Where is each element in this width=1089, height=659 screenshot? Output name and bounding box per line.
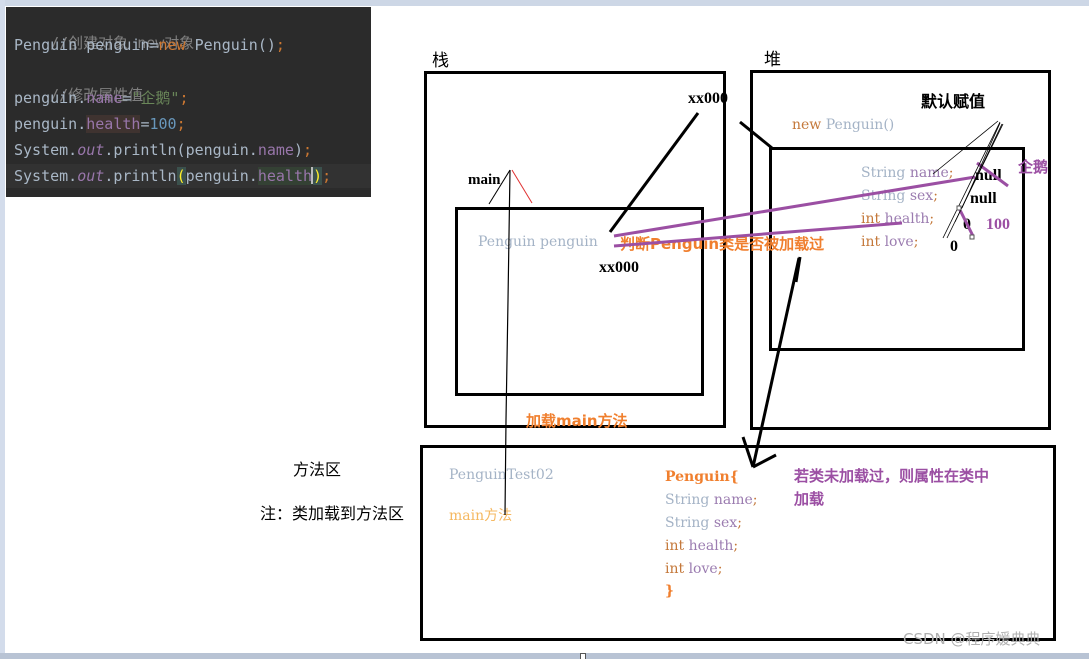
- stack-var-decl: Penguin penguin: [478, 234, 598, 250]
- code-token: ): [293, 141, 303, 159]
- code-paren-match: ): [313, 167, 323, 185]
- code-token: penguin.: [14, 115, 87, 133]
- field-type: int: [665, 538, 685, 554]
- field-type: String: [861, 165, 906, 181]
- code-token: penguin.: [14, 89, 87, 107]
- field-semi: ;: [933, 188, 938, 204]
- code-string: "企鹅": [131, 89, 180, 107]
- field-type: String: [665, 515, 710, 531]
- check-loaded-note: 判断Penguin类是否被加载过: [620, 235, 825, 253]
- heap-field-sex: String sex;: [861, 188, 938, 204]
- class-field-sex: String sex;: [665, 515, 742, 531]
- field-name: name: [905, 165, 949, 181]
- code-field: name: [86, 89, 123, 107]
- code-static-field: out: [77, 167, 105, 185]
- watermark: CSDN @程序媛典典: [903, 630, 1041, 648]
- code-punct: ;: [303, 141, 313, 159]
- assigned-health-value: 100: [986, 216, 1010, 233]
- code-token: System.: [14, 167, 78, 185]
- method-area-title: 方法区: [293, 460, 342, 479]
- heap-field-name: String name;: [861, 165, 953, 181]
- code-static-field: out: [77, 141, 105, 159]
- code-field: health: [257, 167, 313, 185]
- code-line-6: System.out.println(penguin.name);: [14, 138, 312, 162]
- code-punct: ;: [176, 115, 186, 133]
- field-type: int: [665, 561, 685, 577]
- field-name: love: [880, 234, 914, 250]
- heap-field-health: int health;: [861, 211, 934, 227]
- resize-handle[interactable]: [580, 653, 586, 659]
- field-type: String: [861, 188, 906, 204]
- field-semi: ;: [733, 538, 739, 554]
- not-loaded-note-line1: 若类未加载过，则属性在类中: [794, 467, 990, 485]
- class-name-label: PenguinTest02: [449, 467, 554, 483]
- window-frame-left: [0, 0, 5, 659]
- code-punct: ;: [322, 167, 332, 185]
- main-method-label: main方法: [449, 508, 513, 524]
- code-token: .println: [104, 167, 177, 185]
- assigned-name-value: 企鹅: [1018, 158, 1049, 176]
- code-field: health: [86, 115, 141, 133]
- field-name: health: [684, 538, 734, 554]
- stack-title: 栈: [432, 51, 449, 71]
- code-punct: ;: [179, 89, 189, 107]
- code-number: 100: [149, 115, 177, 133]
- field-name: sex: [905, 188, 934, 204]
- code-editor-panel: //创建对象 new对象 Penguin penguin=new Penguin…: [6, 7, 371, 197]
- class-field-name: String name;: [665, 492, 757, 508]
- field-semi: ;: [717, 561, 723, 577]
- field-name: name: [709, 492, 753, 508]
- field-name: love: [684, 561, 718, 577]
- heap-title: 堆: [764, 50, 781, 70]
- default-values-label: 默认赋值: [921, 92, 986, 111]
- code-line-3: //修改属性值: [14, 59, 143, 104]
- default-value-health: 0: [963, 216, 971, 233]
- code-field: name: [257, 141, 294, 159]
- field-semi: ;: [752, 492, 758, 508]
- field-semi: ;: [913, 234, 919, 250]
- window-frame-top: [0, 0, 1089, 6]
- field-semi: ;: [737, 515, 742, 531]
- code-line-7-current[interactable]: System.out.println(penguin.health);: [6, 164, 371, 188]
- code-token: Penguin penguin=: [14, 36, 159, 54]
- class-field-health: int health;: [665, 538, 738, 554]
- method-area-note: 注：类加载到方法区: [260, 504, 405, 523]
- code-token: System.: [14, 141, 78, 159]
- code-token: penguin.: [185, 167, 258, 185]
- class-field-love: int love;: [665, 561, 722, 577]
- heap-field-love: int love;: [861, 234, 918, 250]
- load-main-note: 加载main方法: [526, 412, 628, 430]
- window-frame-bottom: [0, 653, 1089, 659]
- field-type: String: [665, 492, 710, 508]
- field-semi: ;: [929, 211, 935, 227]
- field-name: sex: [709, 515, 738, 531]
- code-keyword: new: [158, 36, 186, 54]
- code-token: .println(penguin.: [104, 141, 258, 159]
- code-paren-match: (: [176, 167, 186, 185]
- field-type: int: [861, 211, 881, 227]
- code-line-2: Penguin penguin=new Penguin();: [14, 33, 285, 57]
- not-loaded-note-line2: 加载: [794, 490, 825, 508]
- penguin-class-header: Penguin{: [665, 469, 739, 485]
- code-token: Penguin(): [185, 36, 276, 54]
- class-closing-brace: }: [665, 583, 675, 599]
- code-punct: ;: [275, 36, 285, 54]
- new-penguin-expr: new Penguin(): [792, 117, 894, 133]
- ref-address-top: xx000: [688, 90, 728, 107]
- field-type: int: [861, 234, 881, 250]
- constructor-call: Penguin(): [821, 117, 895, 133]
- code-line-5: penguin.health=100;: [14, 112, 186, 136]
- new-keyword: new: [792, 117, 822, 133]
- default-value-name: null: [975, 167, 1002, 184]
- default-value-sex: null: [970, 190, 997, 207]
- stack-var-value: xx000: [599, 259, 639, 276]
- code-line-1: //创建对象 new对象: [14, 7, 194, 52]
- main-frame-label: main: [468, 172, 501, 188]
- field-name: health: [880, 211, 930, 227]
- code-line-4: penguin.name="企鹅";: [14, 86, 189, 110]
- default-value-love: 0: [950, 238, 958, 255]
- field-semi: ;: [948, 165, 954, 181]
